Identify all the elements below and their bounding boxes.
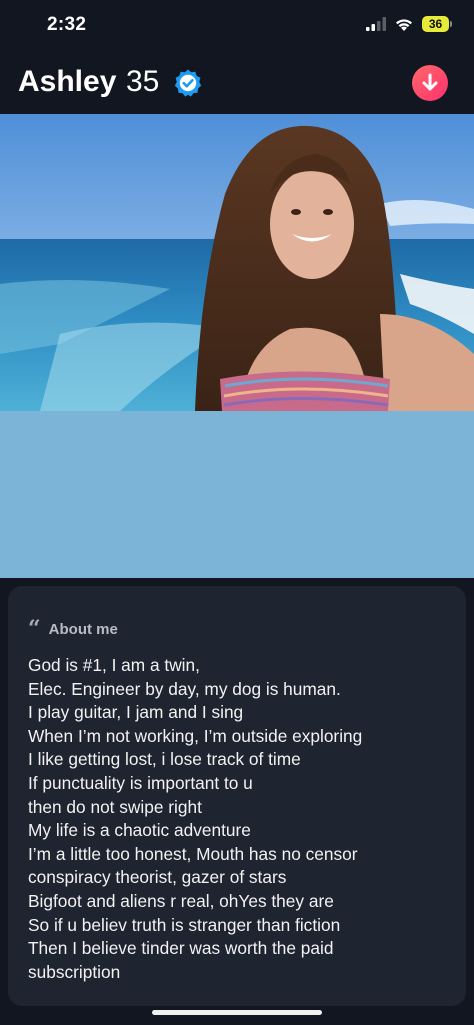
about-line: then do not swipe right <box>28 796 202 817</box>
about-line: Bigfoot and aliens r real, ohYes they ar… <box>28 890 334 911</box>
about-me-text: God is #1, I am a twin, Elec. Engineer b… <box>28 654 458 984</box>
battery-level: 36 <box>422 16 449 32</box>
verified-badge-icon <box>174 69 202 97</box>
profile-photo <box>0 114 474 411</box>
wifi-icon <box>396 18 412 31</box>
about-line: subscription <box>28 961 121 982</box>
status-icons: 36 <box>366 16 452 32</box>
about-line: If punctuality is important to u <box>28 772 253 793</box>
profile-name: Ashley <box>18 65 117 98</box>
home-indicator[interactable] <box>152 1010 322 1015</box>
signal-icon <box>366 17 386 31</box>
about-line: conspiracy theorist, gazer of stars <box>28 867 287 888</box>
about-line: Then I believe tinder was worth the paid <box>28 938 334 959</box>
about-line: I like getting lost, i lose track of tim… <box>28 749 301 770</box>
quote-icon: “ <box>28 616 41 642</box>
arrow-down-icon <box>422 73 438 91</box>
about-line: So if u believ truth is stranger than fi… <box>28 914 341 935</box>
about-line: My life is a chaotic adventure <box>28 820 251 841</box>
profile-age: 35 <box>126 65 160 98</box>
status-bar: 2:32 36 <box>0 0 474 50</box>
about-line: God is #1, I am a twin, <box>28 655 200 675</box>
about-me-heading: “ About me <box>28 618 118 640</box>
profile-photo-area[interactable] <box>0 114 474 578</box>
about-line: When I’m not working, I’m outside explor… <box>28 725 363 746</box>
about-line: Elec. Engineer by day, my dog is human. <box>28 678 341 699</box>
about-me-card: “ About me God is #1, I am a twin, Elec.… <box>8 586 466 1006</box>
battery-icon: 36 <box>422 16 452 32</box>
about-me-title: About me <box>48 620 118 638</box>
about-line: I’m a little too honest, Mouth has no ce… <box>28 843 358 864</box>
about-line: I play guitar, I jam and I sing <box>28 702 244 723</box>
profile-header: Ashley 35 <box>0 55 474 113</box>
status-time: 2:32 <box>47 14 87 35</box>
collapse-profile-button[interactable] <box>412 65 448 101</box>
